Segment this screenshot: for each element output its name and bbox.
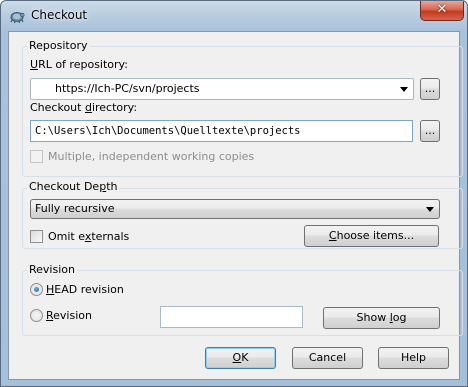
revision-group-label: Revision	[27, 263, 77, 276]
help-button[interactable]: Help	[378, 347, 449, 369]
browse-directory-button[interactable]: ...	[420, 120, 440, 142]
title-bar[interactable]: Checkout ✕	[1, 1, 467, 31]
checkout-depth-value: Fully recursive	[35, 202, 115, 215]
show-log-button[interactable]: Show log	[323, 307, 440, 329]
ok-button[interactable]: OK	[205, 347, 276, 369]
multiple-working-copies-label: Multiple, independent working copies	[48, 150, 255, 163]
omit-externals-label: Omit externals	[48, 230, 130, 243]
head-revision-radio[interactable]	[30, 283, 43, 296]
dialog-body: Repository URL of repository: https://Ic…	[8, 31, 463, 380]
checkout-directory-input[interactable]: C:\Users\Ich\Documents\Quelltexte\projec…	[30, 120, 413, 142]
revision-label: Revision	[46, 309, 92, 322]
multiple-working-copies-checkbox[interactable]	[30, 150, 43, 163]
omit-externals-checkbox[interactable]	[30, 230, 43, 243]
close-button[interactable]: ✕	[420, 1, 464, 21]
head-revision-label: HEAD revision	[46, 283, 124, 296]
chevron-down-icon	[400, 87, 408, 92]
url-value: https://Ich-PC/svn/projects	[55, 82, 200, 95]
revision-radio[interactable]	[30, 309, 43, 322]
radio-selected-dot	[34, 287, 39, 292]
url-combobox[interactable]: https://Ich-PC/svn/projects	[30, 78, 414, 100]
choose-items-button[interactable]: Choose items...	[304, 225, 439, 247]
checkout-depth-label: Checkout Depth	[27, 180, 120, 193]
tortoise-svn-icon	[10, 12, 25, 24]
browse-repository-button[interactable]: ...	[420, 78, 440, 100]
checkout-dialog: Checkout ✕ Repository URL of repository:…	[0, 0, 468, 387]
url-label: URL of repository:	[30, 58, 128, 71]
chevron-down-icon	[426, 207, 434, 212]
close-icon: ✕	[436, 2, 448, 17]
cancel-button[interactable]: Cancel	[292, 347, 363, 369]
checkout-depth-select[interactable]: Fully recursive	[30, 199, 440, 219]
repository-group-label: Repository	[27, 39, 90, 52]
checkout-directory-label: Checkout directory:	[30, 101, 138, 114]
revision-number-input[interactable]	[160, 306, 303, 328]
window-title: Checkout	[31, 8, 88, 22]
